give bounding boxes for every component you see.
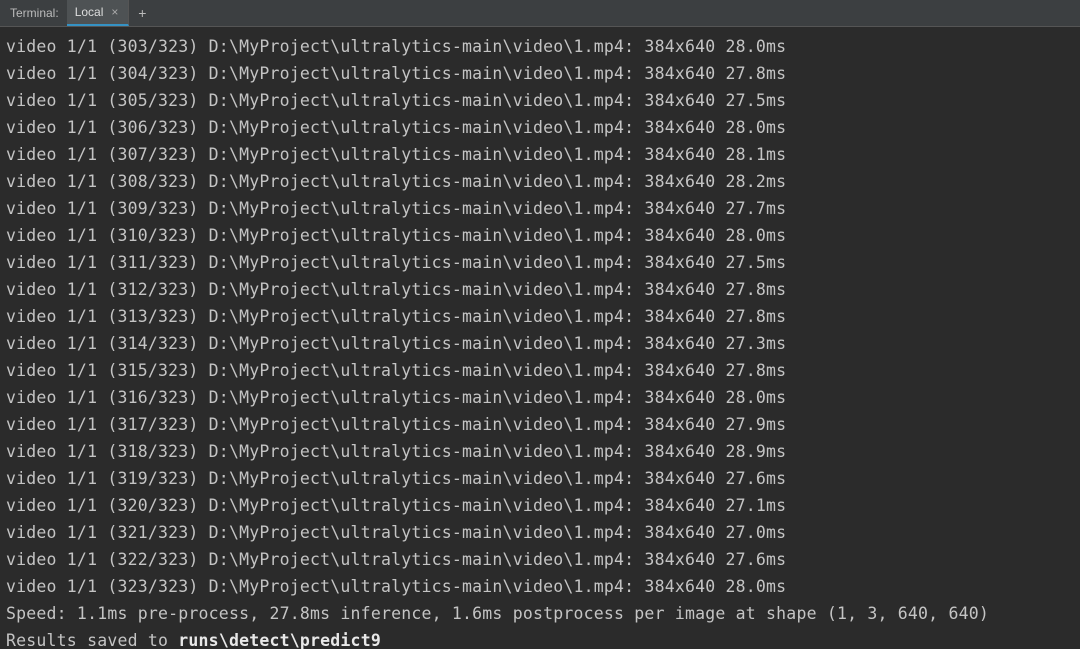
terminal-line: video 1/1 (309/323) D:\MyProject\ultraly… <box>6 195 1074 222</box>
results-save-path: runs\detect\predict9 <box>178 631 381 649</box>
terminal-line: video 1/1 (315/323) D:\MyProject\ultraly… <box>6 357 1074 384</box>
terminal-results-line: Results saved to runs\detect\predict9 <box>6 627 1074 649</box>
terminal-line: video 1/1 (314/323) D:\MyProject\ultraly… <box>6 330 1074 357</box>
terminal-line: video 1/1 (306/323) D:\MyProject\ultraly… <box>6 114 1074 141</box>
terminal-panel-title: Terminal: <box>0 0 67 26</box>
terminal-tab-local[interactable]: Local × <box>67 0 130 26</box>
terminal-speed-line: Speed: 1.1ms pre-process, 27.8ms inferen… <box>6 600 1074 627</box>
terminal-line: video 1/1 (305/323) D:\MyProject\ultraly… <box>6 87 1074 114</box>
terminal-line: video 1/1 (312/323) D:\MyProject\ultraly… <box>6 276 1074 303</box>
terminal-line: video 1/1 (318/323) D:\MyProject\ultraly… <box>6 438 1074 465</box>
terminal-line: video 1/1 (319/323) D:\MyProject\ultraly… <box>6 465 1074 492</box>
tabbar-spacer <box>155 0 1080 26</box>
add-terminal-button[interactable]: + <box>129 0 155 26</box>
terminal-line: video 1/1 (311/323) D:\MyProject\ultraly… <box>6 249 1074 276</box>
terminal-line: video 1/1 (307/323) D:\MyProject\ultraly… <box>6 141 1074 168</box>
terminal-line: video 1/1 (321/323) D:\MyProject\ultraly… <box>6 519 1074 546</box>
terminal-line: video 1/1 (320/323) D:\MyProject\ultraly… <box>6 492 1074 519</box>
terminal-line: video 1/1 (303/323) D:\MyProject\ultraly… <box>6 33 1074 60</box>
terminal-line: video 1/1 (304/323) D:\MyProject\ultraly… <box>6 60 1074 87</box>
terminal-line: video 1/1 (313/323) D:\MyProject\ultraly… <box>6 303 1074 330</box>
terminal-line: video 1/1 (316/323) D:\MyProject\ultraly… <box>6 384 1074 411</box>
terminal-tabbar: Terminal: Local × + <box>0 0 1080 27</box>
terminal-line: video 1/1 (322/323) D:\MyProject\ultraly… <box>6 546 1074 573</box>
ide-window: Terminal: Local × + video 1/1 (303/323) … <box>0 0 1080 649</box>
terminal-line: video 1/1 (310/323) D:\MyProject\ultraly… <box>6 222 1074 249</box>
terminal-line: video 1/1 (317/323) D:\MyProject\ultraly… <box>6 411 1074 438</box>
terminal-line: video 1/1 (323/323) D:\MyProject\ultraly… <box>6 573 1074 600</box>
close-icon[interactable]: × <box>109 6 120 18</box>
terminal-output[interactable]: video 1/1 (303/323) D:\MyProject\ultraly… <box>0 27 1080 649</box>
terminal-tab-label: Local <box>75 5 104 19</box>
terminal-line: video 1/1 (308/323) D:\MyProject\ultraly… <box>6 168 1074 195</box>
